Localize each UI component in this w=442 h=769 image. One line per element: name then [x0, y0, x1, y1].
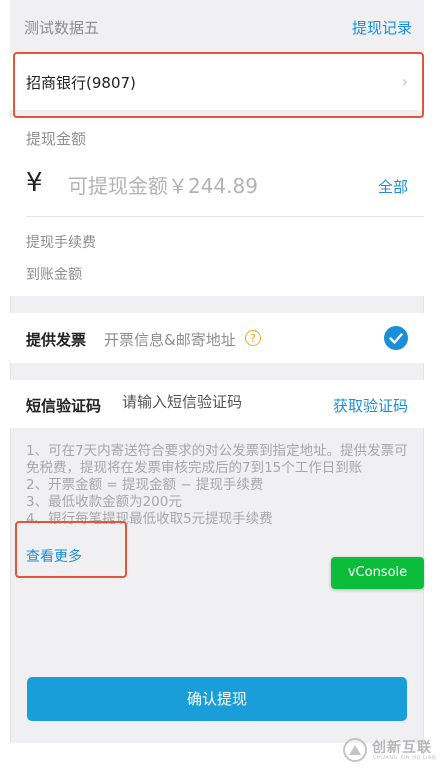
amount-label: 提现金额: [26, 130, 87, 148]
withdraw-all-button[interactable]: 全部: [378, 176, 408, 197]
withdraw-records-link[interactable]: 提现记录: [352, 17, 412, 38]
note-item: 2、开票金额 = 提现金额 − 提现手续费: [26, 477, 264, 493]
page-title: 测试数据五: [24, 19, 100, 37]
amount-section: 提现金额 ¥ 可提现金额￥244.89 全部 提现手续费 到账金额: [10, 118, 424, 296]
arrive-amount-label: 到账金额: [26, 267, 82, 283]
watermark: 创新互联 CHUANG XIN HU LIAN: [342, 735, 442, 763]
note-item: 3、最低收款金额为200元: [26, 494, 182, 510]
watermark-logo-icon: [343, 738, 367, 762]
invoice-label: 提供发票: [26, 331, 87, 349]
divider: [26, 216, 424, 217]
vconsole-button[interactable]: vConsole: [331, 557, 424, 589]
confirm-withdraw-button[interactable]: 确认提现: [27, 677, 407, 721]
currency-symbol: ¥: [26, 168, 43, 198]
invoice-row[interactable]: 提供发票 开票信息&邮寄地址 ?: [10, 313, 424, 363]
help-icon[interactable]: ?: [245, 330, 261, 346]
highlight-box-more: [15, 521, 127, 578]
watermark-sub: CHUANG XIN HU LIAN: [373, 755, 437, 761]
notes: 1、可在7天内寄送符合要求的对公发票到指定地址。提供发票可免税费，提现将在发票审…: [26, 443, 412, 528]
get-code-button[interactable]: 获取验证码: [333, 395, 408, 416]
sms-code-input[interactable]: [120, 392, 314, 412]
highlight-box-bank: [13, 52, 424, 118]
sms-code-row: 短信验证码 获取验证码: [10, 380, 424, 428]
invoice-hint[interactable]: 开票信息&邮寄地址: [104, 329, 236, 350]
amount-input[interactable]: 可提现金额￥244.89: [68, 170, 258, 199]
note-item: 1、可在7天内寄送符合要求的对公发票到指定地址。提供发票可免税费，提现将在发票审…: [26, 443, 408, 476]
sms-code-label: 短信验证码: [26, 397, 102, 415]
invoice-checkbox[interactable]: [384, 326, 408, 350]
fee-label: 提现手续费: [26, 235, 96, 251]
header: 测试数据五 提现记录: [10, 0, 424, 52]
checkmark-icon: [389, 333, 403, 344]
watermark-brand: 创新互联: [372, 740, 432, 756]
